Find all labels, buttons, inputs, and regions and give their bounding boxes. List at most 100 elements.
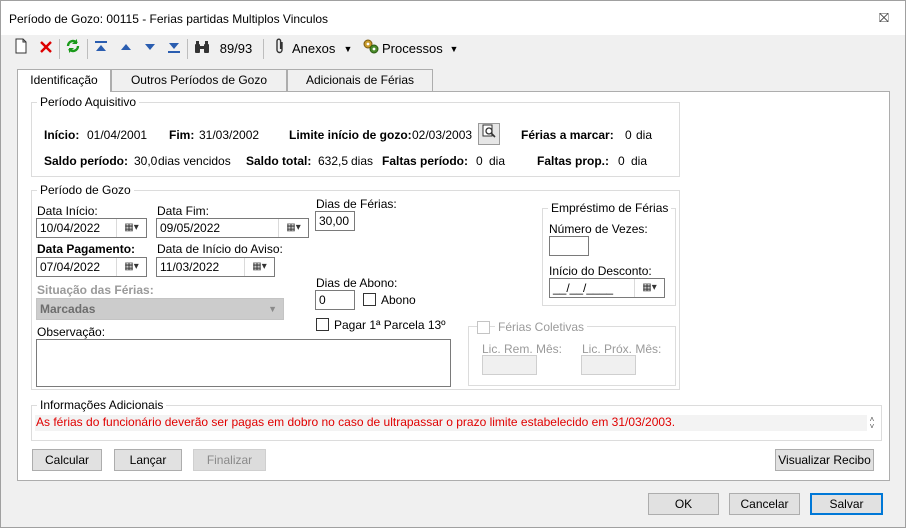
numero-vezes-label: Número de Vezes: xyxy=(549,222,648,236)
toolbar-separator xyxy=(87,39,88,59)
toolbar-separator xyxy=(59,39,60,59)
lic-prox-field[interactable] xyxy=(581,355,636,375)
toolbar: 89/93 Anexos ▼ Processos ▼ xyxy=(1,35,905,63)
data-aviso-label: Data de Início do Aviso: xyxy=(157,242,283,256)
close-icon[interactable]: ⛝ xyxy=(875,9,893,27)
dias-abono-field[interactable]: 0 xyxy=(315,290,355,310)
data-pagamento-label: Data Pagamento: xyxy=(37,242,136,256)
faltas-periodo-unit: dia xyxy=(489,154,506,168)
situacao-select[interactable]: Marcadas ▼ xyxy=(36,298,284,320)
ferias-coletivas-group: Férias Coletivas Lic. Rem. Mês: Lic. Pró… xyxy=(468,320,676,386)
ferias-marcar-value: 0 xyxy=(625,128,632,142)
pagar-parcela-checkbox[interactable] xyxy=(316,318,329,331)
data-fim-field[interactable]: 09/05/2022 ▦▾ xyxy=(156,218,309,238)
informacoes-group: Informações Adicionais As férias do func… xyxy=(31,398,882,441)
inicio-desconto-field[interactable]: __/__/____ ▦▾ xyxy=(549,278,665,298)
tab-identificacao[interactable]: Identificação xyxy=(17,69,111,92)
inicio-label: Início: xyxy=(44,128,80,142)
informacoes-legend: Informações Adicionais xyxy=(37,398,167,412)
data-pagamento-value: 07/04/2022 xyxy=(40,260,101,274)
calendar-dropdown-icon[interactable]: ▦▾ xyxy=(116,219,146,237)
visualizar-recibo-button[interactable]: Visualizar Recibo xyxy=(775,449,874,471)
calendar-dropdown-icon[interactable]: ▦▾ xyxy=(278,219,308,237)
calendar-dropdown-icon[interactable]: ▦▾ xyxy=(244,258,274,276)
title-bar: Período de Gozo: 00115 - Ferias partidas… xyxy=(1,1,905,35)
periodo-aquisitivo-group: Período Aquisitivo Início: 01/04/2001 Fi… xyxy=(31,95,680,177)
faltas-prop-value: 0 xyxy=(618,154,625,168)
gears-icon[interactable] xyxy=(361,38,381,60)
observacao-textarea[interactable] xyxy=(36,339,451,387)
fim-label: Fim: xyxy=(169,128,195,142)
toolbar-separator xyxy=(263,39,264,59)
lancar-button[interactable]: Lançar xyxy=(114,449,182,471)
emprestimo-group: Empréstimo de Férias Número de Vezes: In… xyxy=(542,201,676,306)
lic-rem-label: Lic. Rem. Mês: xyxy=(482,342,563,356)
tab-outros-periodos[interactable]: Outros Períodos de Gozo xyxy=(111,69,287,91)
ferias-coletivas-checkbox[interactable] xyxy=(477,321,490,334)
fim-value: 31/03/2002 xyxy=(199,128,260,142)
data-aviso-field[interactable]: 11/03/2022 ▦▾ xyxy=(156,257,275,277)
saldo-total-unit: dias xyxy=(351,154,374,168)
chevron-down-icon[interactable]: ▼ xyxy=(448,38,460,60)
numero-vezes-field[interactable] xyxy=(549,236,589,256)
ferias-marcar-unit: dia xyxy=(636,128,653,142)
finalizar-button[interactable]: Finalizar xyxy=(193,449,266,471)
delete-icon[interactable] xyxy=(36,38,56,60)
ok-button[interactable]: OK xyxy=(648,493,719,515)
data-pagamento-field[interactable]: 07/04/2022 ▦▾ xyxy=(36,257,147,277)
situacao-value: Marcadas xyxy=(40,302,96,316)
data-fim-label: Data Fim: xyxy=(157,204,210,218)
window-title: Período de Gozo: 00115 - Ferias partidas… xyxy=(9,12,329,26)
data-inicio-field[interactable]: 10/04/2022 ▦▾ xyxy=(36,218,147,238)
tab-panel: Período Aquisitivo Início: 01/04/2001 Fi… xyxy=(17,91,890,481)
search-calendar-icon[interactable] xyxy=(478,123,500,145)
calcular-button[interactable]: Calcular xyxy=(32,449,102,471)
saldo-total-label: Saldo total: xyxy=(246,154,312,168)
inicio-value: 01/04/2001 xyxy=(87,128,148,142)
chevron-down-icon: ▼ xyxy=(268,304,277,314)
toolbar-separator xyxy=(187,39,188,59)
refresh-icon[interactable] xyxy=(63,38,83,60)
binoculars-icon[interactable] xyxy=(192,38,212,60)
paperclip-icon[interactable] xyxy=(270,38,290,60)
ferias-coletivas-label: Férias Coletivas xyxy=(495,320,588,334)
emprestimo-legend: Empréstimo de Férias xyxy=(548,201,672,215)
calendar-dropdown-icon[interactable]: ▦▾ xyxy=(634,279,664,297)
saldo-total-value: 632,5 xyxy=(318,154,349,168)
next-icon[interactable] xyxy=(140,38,160,60)
lic-rem-field[interactable] xyxy=(482,355,537,375)
pagar-parcela-label: Pagar 1ª Parcela 13º xyxy=(334,318,446,332)
scroll-arrows-icon[interactable]: ˄ ˅ xyxy=(867,416,877,432)
limite-label: Limite início de gozo: xyxy=(289,128,412,142)
faltas-periodo-label: Faltas período: xyxy=(382,154,469,168)
lic-prox-label: Lic. Próx. Mês: xyxy=(582,342,662,356)
anexos-menu[interactable]: Anexos xyxy=(292,38,338,60)
abono-label: Abono xyxy=(381,293,416,307)
data-fim-value: 09/05/2022 xyxy=(160,221,221,235)
data-aviso-value: 11/03/2022 xyxy=(160,260,220,274)
salvar-button[interactable]: Salvar xyxy=(810,493,883,515)
saldo-periodo-label: Saldo período: xyxy=(44,154,128,168)
inicio-desconto-value: __/__/____ xyxy=(553,281,614,295)
saldo-periodo-value: 30,0 xyxy=(134,154,158,168)
faltas-prop-label: Faltas prop.: xyxy=(537,154,610,168)
tab-adicionais-ferias[interactable]: Adicionais de Férias xyxy=(287,69,433,91)
chevron-down-icon[interactable]: ▼ xyxy=(342,38,354,60)
last-icon[interactable] xyxy=(164,38,184,60)
periodo-gozo-group: Período de Gozo Data Início: 10/04/2022 … xyxy=(31,183,680,390)
cancelar-button[interactable]: Cancelar xyxy=(729,493,800,515)
faltas-periodo-value: 0 xyxy=(476,154,483,168)
abono-checkbox[interactable] xyxy=(363,293,376,306)
first-icon[interactable] xyxy=(91,38,111,60)
situacao-label: Situação das Férias: xyxy=(37,283,154,297)
saldo-periodo-unit: dias vencidos xyxy=(158,154,231,168)
prev-icon[interactable] xyxy=(116,38,136,60)
new-icon[interactable] xyxy=(11,38,31,60)
dias-abono-label: Dias de Abono: xyxy=(316,276,398,290)
dialog-window: Período de Gozo: 00115 - Ferias partidas… xyxy=(0,0,906,528)
limite-value: 02/03/2003 xyxy=(412,128,473,142)
informacoes-message: As férias do funcionário deverão ser pag… xyxy=(35,415,867,431)
dias-ferias-field[interactable]: 30,00 xyxy=(315,211,355,231)
calendar-dropdown-icon[interactable]: ▦▾ xyxy=(116,258,146,276)
processos-menu[interactable]: Processos xyxy=(382,38,444,60)
